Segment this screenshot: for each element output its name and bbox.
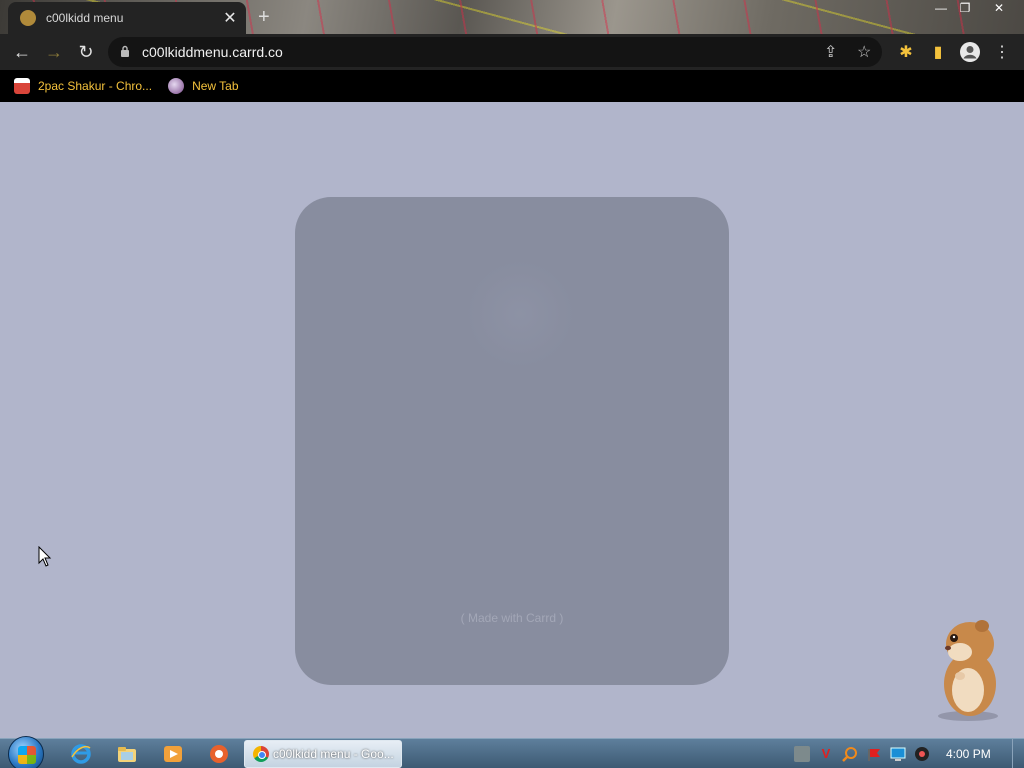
bookmark-item[interactable]: 2pac Shakur - Chro... xyxy=(14,78,152,94)
show-desktop-button[interactable] xyxy=(1012,739,1024,768)
tray-icon-6[interactable] xyxy=(914,746,930,762)
tab-favicon-icon xyxy=(20,10,36,26)
url-text[interactable]: c00lkiddmenu.carrd.co xyxy=(142,44,283,60)
extensions-icon[interactable]: ✱ xyxy=(890,34,922,70)
explorer-icon[interactable] xyxy=(116,743,138,765)
browser-titlebar: c00lkidd menu ✕ + — ❐ ✕ xyxy=(0,0,1024,34)
share-icon[interactable]: ⇪ xyxy=(824,42,837,62)
back-button[interactable]: ← xyxy=(6,36,38,68)
taskbar-clock[interactable]: 4:00 PM xyxy=(946,747,991,761)
windows-logo-icon xyxy=(18,746,36,764)
taskbar-task-label: c00lkidd menu - Goo... xyxy=(273,747,394,761)
maximize-button[interactable]: ❐ xyxy=(952,0,978,18)
tray-icon-5[interactable] xyxy=(890,746,906,762)
web-page: ( Made with Carrd ) xyxy=(0,102,1024,738)
tray-icon-1[interactable] xyxy=(794,746,810,762)
tab-title: c00lkidd menu xyxy=(46,11,124,25)
bookmark-label: New Tab xyxy=(192,79,239,93)
mouse-cursor-icon xyxy=(38,545,52,574)
browser-menu-icon[interactable]: ⋮ xyxy=(986,34,1018,70)
new-tab-button[interactable]: + xyxy=(258,6,270,29)
tray-icon-2[interactable]: V xyxy=(818,746,834,762)
app-icon[interactable] xyxy=(208,743,230,765)
chrome-icon xyxy=(253,746,269,762)
start-button[interactable] xyxy=(8,736,44,768)
minimize-button[interactable]: — xyxy=(928,0,954,18)
address-bar[interactable]: c00lkiddmenu.carrd.co ⇪ ☆ xyxy=(108,37,882,67)
forward-button[interactable]: → xyxy=(38,36,70,68)
made-with-carrd-link[interactable]: ( Made with Carrd ) xyxy=(295,611,729,625)
bookmark-app-icon xyxy=(14,78,30,94)
side-panel-icon[interactable]: ▮ xyxy=(922,34,954,70)
bookmark-item[interactable]: New Tab xyxy=(168,78,239,94)
profile-avatar-icon[interactable] xyxy=(954,34,986,70)
faded-profile-image xyxy=(465,259,575,369)
hamster-mascot-icon xyxy=(938,620,998,721)
carrd-card: ( Made with Carrd ) xyxy=(295,197,729,685)
ie-icon[interactable] xyxy=(70,743,92,765)
windows-taskbar: c00lkidd menu - Goo... V 4:00 PM xyxy=(0,736,1024,768)
tray-icon-3[interactable] xyxy=(842,746,858,762)
bookmark-label: 2pac Shakur - Chro... xyxy=(38,79,153,93)
browser-tab[interactable]: c00lkidd menu ✕ xyxy=(8,2,246,34)
lock-icon xyxy=(120,45,136,60)
bookmarks-bar: 2pac Shakur - Chro... New Tab xyxy=(0,70,1024,102)
bookmark-star-icon[interactable]: ☆ xyxy=(857,42,871,62)
tray-icon-4[interactable] xyxy=(866,746,882,762)
taskbar-chrome-task[interactable]: c00lkidd menu - Goo... xyxy=(244,740,402,768)
reload-button[interactable]: ↻ xyxy=(70,36,102,68)
media-player-icon[interactable] xyxy=(162,743,184,765)
new-tab-favicon xyxy=(168,78,185,94)
tab-close-icon[interactable]: ✕ xyxy=(222,8,238,28)
close-window-button[interactable]: ✕ xyxy=(986,0,1012,18)
browser-toolbar: ← → ↻ c00lkiddmenu.carrd.co ⇪ ☆ ✱ ▮ ⋮ xyxy=(0,34,1024,70)
